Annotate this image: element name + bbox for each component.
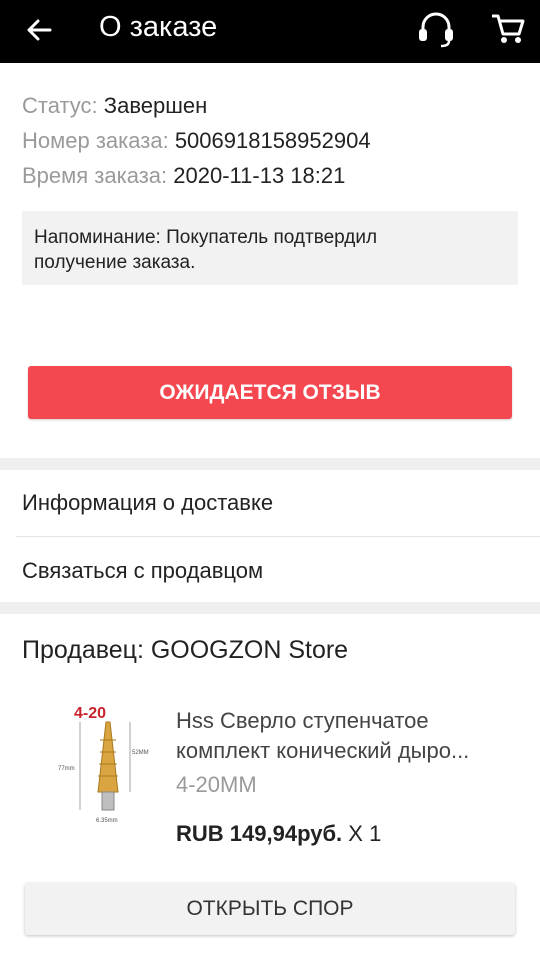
order-time-row: Время заказа: 2020-11-13 18:21 bbox=[22, 158, 371, 193]
page-title: О заказе bbox=[99, 11, 218, 43]
open-dispute-button[interactable]: ОТКРЫТЬ СПОР bbox=[25, 883, 515, 935]
order-number-label: Номер заказа: bbox=[22, 128, 169, 153]
status-row: Статус: Завершен bbox=[22, 88, 371, 123]
section-separator bbox=[0, 458, 540, 470]
reminder-line-1: Напоминание: Покупатель подтвердил bbox=[34, 227, 378, 248]
shopping-cart-icon[interactable] bbox=[488, 8, 528, 48]
delivery-info-link[interactable]: Информация о доставке bbox=[22, 488, 522, 518]
order-time-value: 2020-11-13 18:21 bbox=[173, 163, 346, 188]
seller-name[interactable]: Продавец: GOOGZON Store bbox=[22, 634, 348, 666]
product-price-row: RUB 149,94руб. X 1 bbox=[176, 819, 381, 849]
divider bbox=[16, 536, 540, 537]
product-quantity: X 1 bbox=[348, 821, 382, 846]
product-title-line-2: комплект конический дыро... bbox=[176, 738, 470, 763]
section-separator bbox=[0, 602, 540, 614]
back-arrow-icon[interactable] bbox=[20, 10, 60, 50]
order-number-value: 5006918158952904 bbox=[174, 128, 371, 153]
reminder-box: Напоминание: Покупатель подтвердил получ… bbox=[22, 211, 518, 285]
top-app-bar: О заказе bbox=[0, 0, 540, 63]
product-title-line-1: Hss Сверло ступенчатое bbox=[176, 708, 429, 733]
status-value: Завершен bbox=[103, 93, 208, 118]
order-summary: Статус: Завершен Номер заказа: 500691815… bbox=[22, 88, 371, 193]
order-time-label: Время заказа: bbox=[22, 163, 168, 188]
product-badge-text: 4-20 bbox=[74, 705, 106, 722]
awaiting-review-button[interactable]: ОЖИДАЕТСЯ ОТЗЫВ bbox=[28, 366, 512, 419]
product-variant: 4-20MM bbox=[176, 772, 257, 797]
reminder-line-2: получение заказа. bbox=[34, 252, 196, 273]
product-title[interactable]: Hss Сверло ступенчатое комплект коническ… bbox=[176, 706, 516, 766]
product-dim-right: 52MM bbox=[132, 750, 149, 756]
product-price: RUB 149,94руб. bbox=[176, 821, 343, 846]
product-dim-bottom: 6.35mm bbox=[96, 818, 118, 824]
headset-support-icon[interactable] bbox=[415, 8, 457, 50]
contact-seller-link[interactable]: Связаться с продавцом bbox=[22, 556, 522, 586]
product-thumbnail[interactable]: 4-20 77mm 52MM 6.35mm bbox=[56, 700, 160, 828]
order-number-row: Номер заказа: 5006918158952904 bbox=[22, 123, 371, 158]
status-label: Статус: bbox=[22, 93, 98, 118]
product-dim-left: 77mm bbox=[58, 766, 75, 772]
